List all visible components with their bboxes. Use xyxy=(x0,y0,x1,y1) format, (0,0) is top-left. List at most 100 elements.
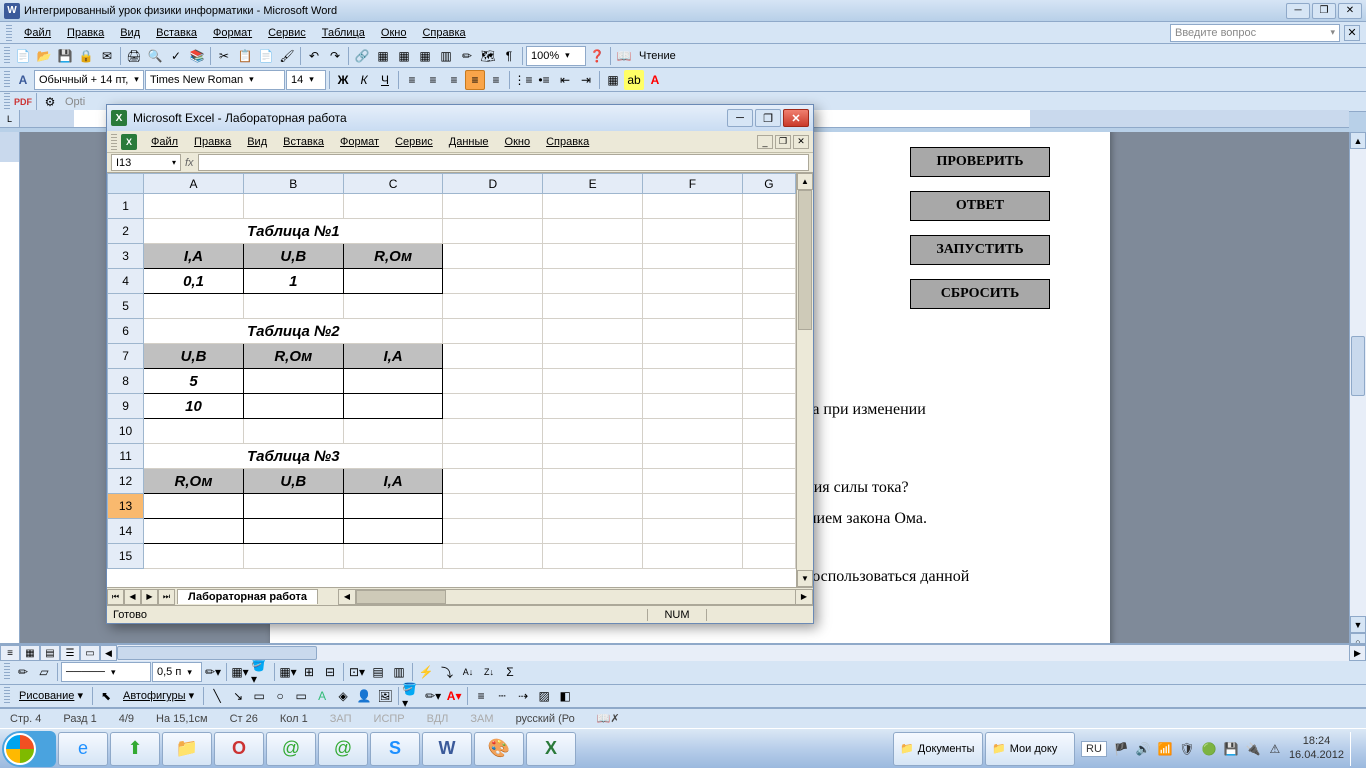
t2-r0c2[interactable] xyxy=(343,369,443,394)
t1-r0c1[interactable]: 1 xyxy=(243,269,343,294)
styles-icon[interactable]: A xyxy=(13,70,33,90)
tray-usb-icon[interactable]: 💾 xyxy=(1223,741,1239,757)
scroll-thumb[interactable] xyxy=(1351,336,1365,396)
excel-menu-insert[interactable]: Вставка xyxy=(275,134,332,150)
line-color-icon[interactable]: ✏▾ xyxy=(423,686,443,706)
col-header-c[interactable]: C xyxy=(343,174,443,194)
hscroll-right-icon[interactable]: ▶ xyxy=(1349,645,1366,661)
excel-hscroll[interactable]: ◀ ▶ xyxy=(338,589,813,605)
reading-label[interactable]: Чтение xyxy=(635,50,680,62)
numbering-icon[interactable]: ⋮≡ xyxy=(513,70,533,90)
t2-h0[interactable]: U,B xyxy=(144,344,244,369)
borders-icon[interactable]: ▦ xyxy=(603,70,623,90)
taskbar-mail-icon[interactable]: @ xyxy=(266,732,316,766)
t2-h1[interactable]: R,Ом xyxy=(243,344,343,369)
start-button[interactable] xyxy=(2,731,56,767)
taskbar-up-icon[interactable]: ⬆ xyxy=(110,732,160,766)
view-print-icon[interactable]: ▤ xyxy=(40,645,60,661)
taskbar-mydocs[interactable]: 📁 Мои доку xyxy=(985,732,1075,766)
picture-icon[interactable]: 🖼 xyxy=(375,686,395,706)
excel-grid[interactable]: A B C D E F G 1 2Таблица №1 3I,AU,BR,Ом … xyxy=(107,173,796,587)
excel-inner-min[interactable]: _ xyxy=(757,135,773,149)
hscroll-thumb[interactable] xyxy=(117,646,317,660)
tray-flag-icon[interactable]: 🏴 xyxy=(1113,741,1129,757)
t2-r1c2[interactable] xyxy=(343,394,443,419)
t2-r0c1[interactable] xyxy=(243,369,343,394)
menu-edit[interactable]: Правка xyxy=(59,25,112,41)
t3-r0c2[interactable] xyxy=(343,494,443,519)
excel-menu-help[interactable]: Справка xyxy=(538,134,597,150)
size-combo[interactable]: 14 xyxy=(286,70,326,90)
bold-icon[interactable]: Ж xyxy=(333,70,353,90)
word-vertical-scrollbar[interactable]: ▲ ▼ ○ ▴ ▾ xyxy=(1349,132,1366,684)
tab-selector[interactable]: L xyxy=(0,110,20,128)
gripper[interactable] xyxy=(4,71,10,89)
split-cells-icon[interactable]: ⊟ xyxy=(320,662,340,682)
t3-r0c1[interactable] xyxy=(243,494,343,519)
scroll-down-icon[interactable]: ▼ xyxy=(797,570,813,587)
t1-h2[interactable]: R,Ом xyxy=(343,244,443,269)
tray-lang[interactable]: RU xyxy=(1081,741,1107,757)
options-icon[interactable]: ⚙ xyxy=(40,92,60,112)
row-header[interactable]: 6 xyxy=(108,319,144,344)
row-header[interactable]: 7 xyxy=(108,344,144,369)
textbox-icon[interactable]: ▭ xyxy=(291,686,311,706)
hscroll-thumb[interactable] xyxy=(356,590,446,604)
menu-file[interactable]: Файл xyxy=(16,25,59,41)
tab-nav-last-icon[interactable]: ⏭ xyxy=(158,589,175,605)
insert-table-icon[interactable]: ▦ xyxy=(394,46,414,66)
show-hide-icon[interactable]: ¶ xyxy=(499,46,519,66)
menu-help[interactable]: Справка xyxy=(414,25,473,41)
tab-nav-next-icon[interactable]: ▶ xyxy=(141,589,158,605)
font-color-icon[interactable]: A xyxy=(645,70,665,90)
drawing-icon[interactable]: ✏ xyxy=(457,46,477,66)
t2-r1c1[interactable] xyxy=(243,394,343,419)
view-reading-icon[interactable]: ▭ xyxy=(80,645,100,661)
taskbar-word-icon[interactable]: W xyxy=(422,732,472,766)
font-color2-icon[interactable]: A▾ xyxy=(444,686,464,706)
gripper[interactable] xyxy=(4,93,10,111)
taskbar-ie-icon[interactable]: e xyxy=(58,732,108,766)
read-icon[interactable]: 📖 xyxy=(614,46,634,66)
ask-question-box[interactable]: Введите вопрос xyxy=(1170,24,1340,42)
scroll-up-icon[interactable]: ▲ xyxy=(797,173,813,190)
tray-shield-icon[interactable]: 🛡 xyxy=(1179,741,1195,757)
menu-tools[interactable]: Сервис xyxy=(260,25,314,41)
vertical-ruler[interactable] xyxy=(0,132,20,684)
t3-r1c0[interactable] xyxy=(144,519,244,544)
tray-power-icon[interactable]: 🔌 xyxy=(1245,741,1261,757)
menu-format[interactable]: Формат xyxy=(205,25,260,41)
row-header[interactable]: 5 xyxy=(108,294,144,319)
tray-action-icon[interactable]: ⚠ xyxy=(1267,741,1283,757)
taskbar-paint-icon[interactable]: 🎨 xyxy=(474,732,524,766)
print-icon[interactable]: 🖨 xyxy=(124,46,144,66)
view-web-icon[interactable]: ▦ xyxy=(20,645,40,661)
clipart-icon[interactable]: 👤 xyxy=(354,686,374,706)
tab-nav-prev-icon[interactable]: ◀ xyxy=(124,589,141,605)
line-spacing-icon[interactable]: ≡ xyxy=(486,70,506,90)
view-normal-icon[interactable]: ≡ xyxy=(0,645,20,661)
col-header-b[interactable]: B xyxy=(243,174,343,194)
shading-color-icon[interactable]: 🪣▾ xyxy=(251,662,271,682)
underline-icon[interactable]: Ч xyxy=(375,70,395,90)
hscroll-right-icon[interactable]: ▶ xyxy=(795,590,812,604)
line-style2-icon[interactable]: ≡ xyxy=(471,686,491,706)
excel-inner-restore[interactable]: ❐ xyxy=(775,135,791,149)
excel-menu-format[interactable]: Формат xyxy=(332,134,387,150)
highlight-icon[interactable]: ab xyxy=(624,70,644,90)
row-header[interactable]: 3 xyxy=(108,244,144,269)
row-header[interactable]: 11 xyxy=(108,444,144,469)
tab-nav-first-icon[interactable]: ⏮ xyxy=(107,589,124,605)
sort-asc-icon[interactable]: A↓ xyxy=(458,662,478,682)
t1-r0c2[interactable] xyxy=(343,269,443,294)
line-icon[interactable]: ╲ xyxy=(207,686,227,706)
spellcheck-icon[interactable]: ✓ xyxy=(166,46,186,66)
excel-menu-view[interactable]: Вид xyxy=(239,134,275,150)
tray-av-icon[interactable]: 🟢 xyxy=(1201,741,1217,757)
copy-icon[interactable]: 📋 xyxy=(235,46,255,66)
t3-title[interactable]: Таблица №3 xyxy=(144,444,443,469)
t1-title[interactable]: Таблица №1 xyxy=(144,219,443,244)
save-icon[interactable]: 💾 xyxy=(55,46,75,66)
rectangle-icon[interactable]: ▭ xyxy=(249,686,269,706)
tray-volume-icon[interactable]: 🔊 xyxy=(1135,741,1151,757)
